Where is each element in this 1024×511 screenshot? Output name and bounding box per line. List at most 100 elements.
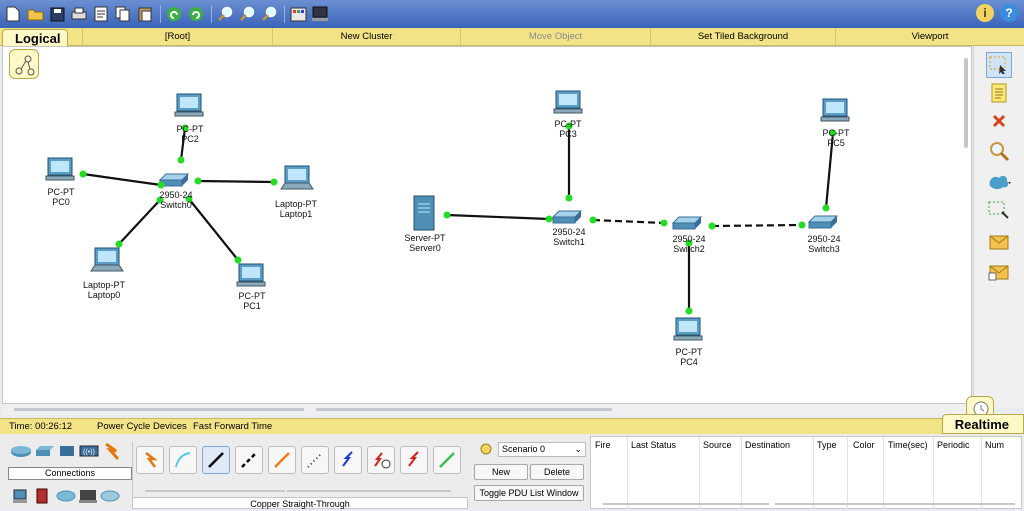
selected-connection-name: Copper Straight-Through (132, 497, 468, 509)
hubs-icon[interactable] (58, 444, 76, 458)
column-time: Time(sec) (888, 440, 928, 450)
serial-dce-icon[interactable] (367, 446, 395, 474)
automatic-icon[interactable] (136, 446, 164, 474)
end-devices-icon[interactable] (12, 488, 28, 504)
device-name-label: Switch1 (553, 237, 585, 247)
set-tiled-background-button[interactable]: Set Tiled Background (650, 28, 835, 45)
device-name-label: PC2 (181, 134, 199, 144)
scenario-select[interactable]: Scenario 0 ⌄ (498, 442, 586, 457)
security-icon[interactable] (100, 490, 120, 502)
logical-view-icon[interactable] (9, 49, 39, 79)
phone-icon[interactable] (301, 446, 329, 474)
device-type-label: 2950-24 (807, 234, 841, 244)
new-scenario-button[interactable]: New (474, 464, 528, 480)
device-name-label: Switch0 (160, 200, 192, 210)
wireless-icon[interactable]: ((•)) (78, 444, 100, 458)
undo-icon[interactable] (164, 4, 184, 24)
svg-text:((•)): ((•)) (83, 449, 95, 456)
device-label-server0: Server-PT Server0 (404, 233, 445, 253)
device-label-pc3: PC-PT PC3 (555, 119, 582, 139)
help-icon[interactable]: ? (1000, 4, 1018, 22)
power-cycle-devices-button[interactable]: Power Cycle Devices (97, 419, 187, 434)
column-color: Color (853, 440, 875, 450)
copy-icon[interactable] (113, 4, 133, 24)
device-name-label: Switch2 (673, 244, 705, 254)
new-icon[interactable] (3, 4, 23, 24)
note-icon[interactable] (986, 80, 1012, 106)
add-complex-pdu-icon[interactable] (986, 260, 1012, 286)
logical-tab[interactable]: Logical (2, 29, 68, 47)
add-simple-pdu-icon[interactable] (986, 230, 1012, 256)
console-icon[interactable] (169, 446, 197, 474)
wan-emulation-icon[interactable] (34, 488, 50, 504)
column-periodic: Periodic (937, 440, 970, 450)
device-type-label: Server-PT (404, 233, 446, 243)
device-name-label: Server0 (409, 243, 441, 253)
toggle-pdu-list-button[interactable]: Toggle PDU List Window (474, 485, 584, 501)
open-icon[interactable] (25, 4, 45, 24)
inspect-icon[interactable] (986, 138, 1012, 164)
device-type-label: PC-PT (47, 187, 75, 197)
zoom-out-icon[interactable] (259, 4, 279, 24)
info-icon[interactable]: i (976, 4, 994, 22)
device-type-label: Laptop-PT (82, 280, 126, 290)
delete-icon[interactable] (986, 108, 1012, 134)
device-name-label: PC4 (680, 357, 698, 367)
device-name-label: PC0 (52, 197, 70, 207)
resize-icon[interactable] (986, 198, 1012, 224)
realtime-tab[interactable]: Realtime (942, 414, 1024, 434)
device-type-label: PC-PT (675, 347, 703, 357)
device-label-laptop0: Laptop-PT Laptop0 (83, 280, 125, 300)
root-button[interactable]: [Root] (82, 28, 272, 45)
multiuser-icon[interactable] (78, 488, 98, 504)
print-icon[interactable] (69, 4, 89, 24)
switches-icon[interactable] (34, 444, 56, 458)
select-icon[interactable] (986, 52, 1012, 78)
new-cluster-button[interactable]: New Cluster (272, 28, 460, 45)
viewport-button[interactable]: Viewport (835, 28, 1024, 45)
routers-icon[interactable] (10, 444, 32, 458)
palette-icon[interactable] (288, 4, 308, 24)
device-name-label: Laptop1 (279, 209, 313, 219)
fast-forward-time-button[interactable]: Fast Forward Time (193, 419, 272, 434)
activity-wizard-icon[interactable] (91, 4, 111, 24)
zoom-reset-icon[interactable] (237, 4, 257, 24)
custom-devices-icon[interactable] (56, 490, 76, 502)
column-source: Source (703, 440, 732, 450)
pdu-list-table: Fire Last Status Source Destination Type… (590, 436, 1022, 510)
delete-scenario-button[interactable]: Delete (530, 464, 584, 480)
custom-device-icon[interactable] (310, 4, 330, 24)
device-label-switch3: 2950-24 Switch3 (807, 234, 840, 254)
common-tools-bar (973, 46, 1024, 408)
device-name-label: PC5 (827, 138, 845, 148)
paste-icon[interactable] (135, 4, 155, 24)
device-type-label: PC-PT (554, 119, 582, 129)
device-type-label: 2950-24 (552, 227, 586, 237)
octal-icon[interactable] (433, 446, 461, 474)
logical-workspace[interactable] (2, 46, 972, 404)
zoom-in-icon[interactable] (215, 4, 235, 24)
device-type-label: 2950-24 (672, 234, 706, 244)
scenario-info-icon[interactable] (480, 443, 492, 455)
chevron-down-icon: ⌄ (574, 444, 582, 454)
column-num: Num (985, 440, 1005, 450)
device-label-switch2: 2950-24 Switch2 (672, 234, 705, 254)
workspace-vscroll[interactable] (963, 48, 969, 400)
draw-shape-icon[interactable] (986, 168, 1012, 194)
copper-straight-icon[interactable] (202, 446, 230, 474)
serial-dte-icon[interactable] (400, 446, 428, 474)
workspace-hscroll[interactable] (2, 404, 972, 415)
device-type-label: PC-PT (176, 124, 204, 134)
redo-icon[interactable] (186, 4, 206, 24)
copper-cross-icon[interactable] (235, 446, 263, 474)
fiber-icon[interactable] (268, 446, 296, 474)
scenario-panel: Scenario 0 ⌄ New Delete Toggle PDU List W… (470, 436, 588, 509)
save-icon[interactable] (47, 4, 67, 24)
device-name-label: Switch3 (808, 244, 840, 254)
connections-icon[interactable] (102, 442, 122, 460)
coaxial-icon[interactable] (334, 446, 362, 474)
device-label-pc1: PC-PT PC1 (239, 291, 266, 311)
time-display: Time: 00:26:12 (9, 421, 73, 432)
main-toolbar: i ? (0, 0, 1024, 28)
workspace-tabbar: Logical [Root] New Cluster Move Object S… (0, 28, 1024, 47)
